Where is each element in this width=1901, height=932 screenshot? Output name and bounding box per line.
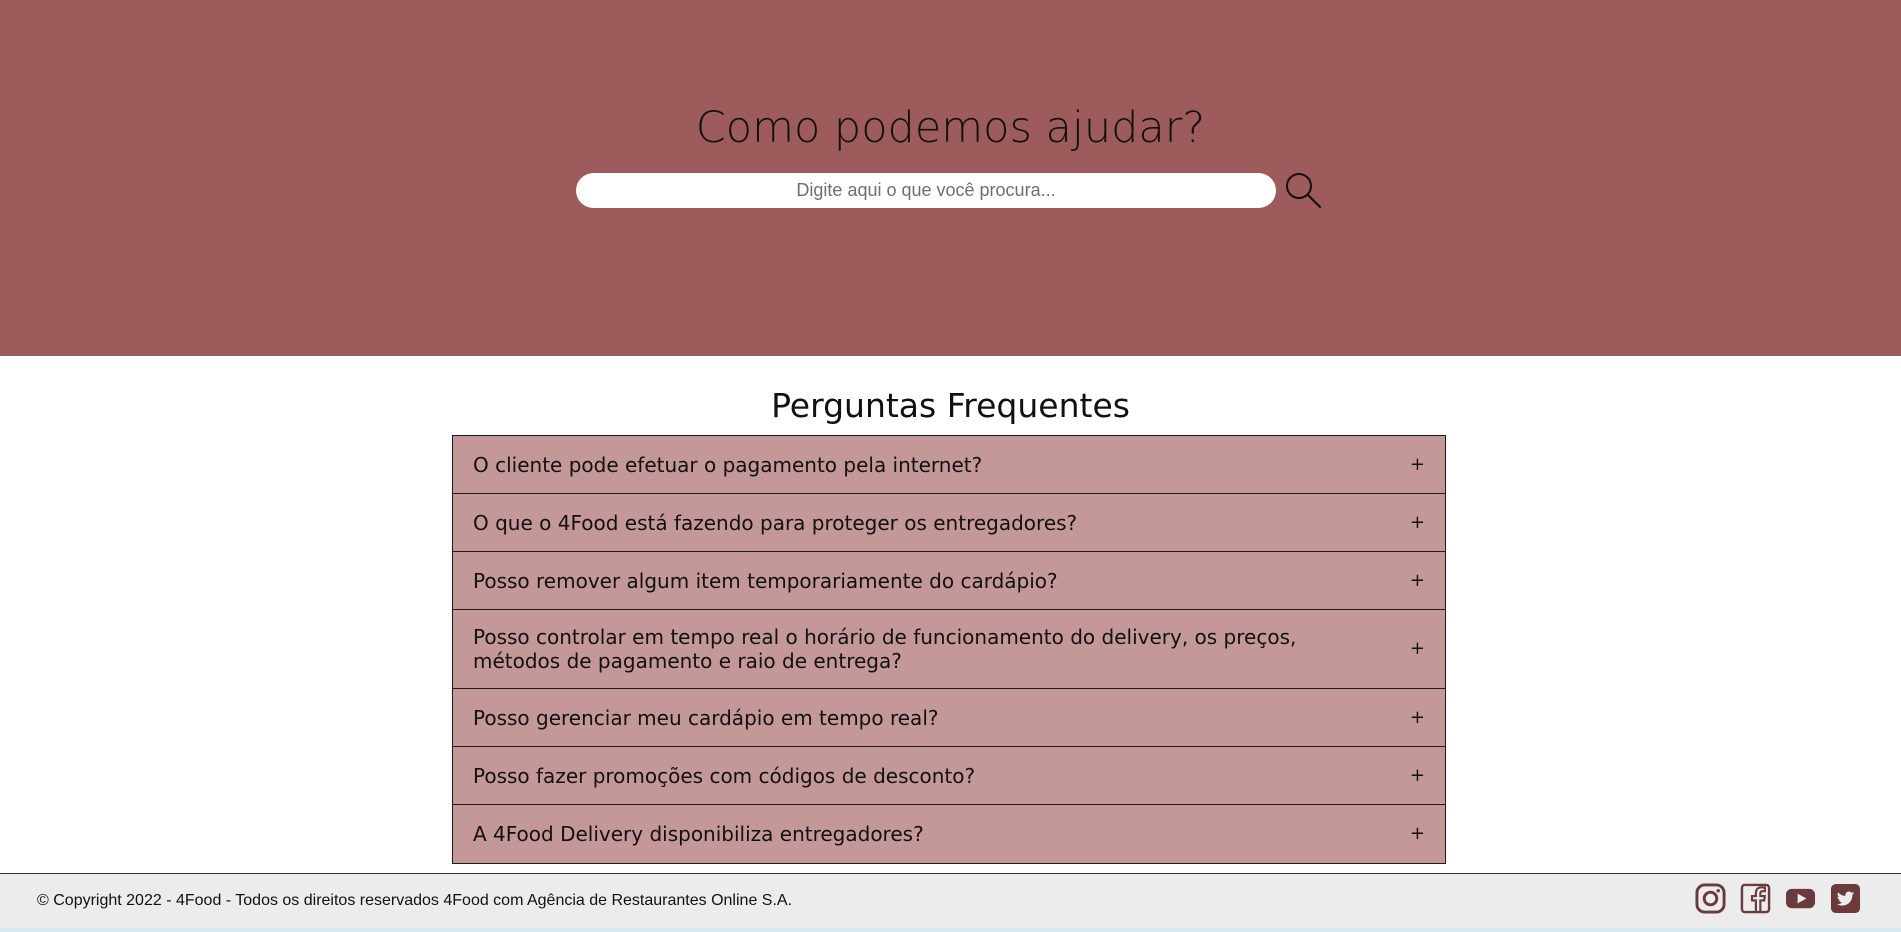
faq-list: O cliente pode efetuar o pagamento pela … bbox=[452, 435, 1446, 864]
faq-question: A 4Food Delivery disponibiliza entregado… bbox=[473, 822, 924, 846]
faq-item[interactable]: O que o 4Food está fazendo para proteger… bbox=[453, 494, 1445, 552]
faq-item[interactable]: O cliente pode efetuar o pagamento pela … bbox=[453, 436, 1445, 494]
facebook-icon[interactable] bbox=[1740, 883, 1771, 914]
help-page: Como podemos ajudar? Perguntas Frequente… bbox=[0, 0, 1901, 932]
expand-icon[interactable]: + bbox=[1410, 764, 1425, 788]
search-input[interactable] bbox=[576, 173, 1276, 208]
faq-item[interactable]: Posso remover algum item temporariamente… bbox=[453, 552, 1445, 610]
copyright-text: © Copyright 2022 - 4Food - Todos os dire… bbox=[37, 892, 793, 909]
faq-item[interactable]: A 4Food Delivery disponibiliza entregado… bbox=[453, 805, 1445, 863]
faq-item[interactable]: Posso fazer promoções com códigos de des… bbox=[453, 747, 1445, 805]
expand-icon[interactable]: + bbox=[1410, 569, 1425, 593]
expand-icon[interactable]: + bbox=[1410, 637, 1425, 661]
faq-question: Posso gerenciar meu cardápio em tempo re… bbox=[473, 705, 939, 730]
faq-question: O cliente pode efetuar o pagamento pela … bbox=[473, 452, 983, 477]
social-links bbox=[1695, 883, 1861, 914]
footer-bottom-border bbox=[0, 928, 1901, 932]
youtube-icon[interactable] bbox=[1785, 883, 1816, 914]
footer: © Copyright 2022 - 4Food - Todos os dire… bbox=[0, 873, 1901, 929]
expand-icon[interactable]: + bbox=[1410, 706, 1425, 730]
twitter-icon[interactable] bbox=[1830, 883, 1861, 914]
expand-icon[interactable]: + bbox=[1410, 511, 1425, 535]
faq-title: Perguntas Frequentes bbox=[771, 386, 1130, 425]
instagram-icon[interactable] bbox=[1695, 883, 1726, 914]
search-button[interactable] bbox=[1283, 170, 1323, 210]
hero-title: Como podemos ajudar? bbox=[695, 103, 1206, 153]
expand-icon[interactable]: + bbox=[1410, 453, 1425, 477]
faq-question: Posso controlar em tempo real o horário … bbox=[473, 625, 1297, 673]
faq-question: Posso fazer promoções com códigos de des… bbox=[473, 763, 976, 788]
expand-icon[interactable]: + bbox=[1410, 822, 1425, 846]
faq-question: O que o 4Food está fazendo para proteger… bbox=[473, 510, 1078, 535]
faq-question: Posso remover algum item temporariamente… bbox=[473, 568, 1058, 593]
faq-item[interactable]: Posso controlar em tempo real o horário … bbox=[453, 610, 1445, 689]
faq-item[interactable]: Posso gerenciar meu cardápio em tempo re… bbox=[453, 689, 1445, 747]
hero-banner: Como podemos ajudar? bbox=[0, 0, 1901, 356]
search-icon bbox=[1286, 173, 1322, 209]
